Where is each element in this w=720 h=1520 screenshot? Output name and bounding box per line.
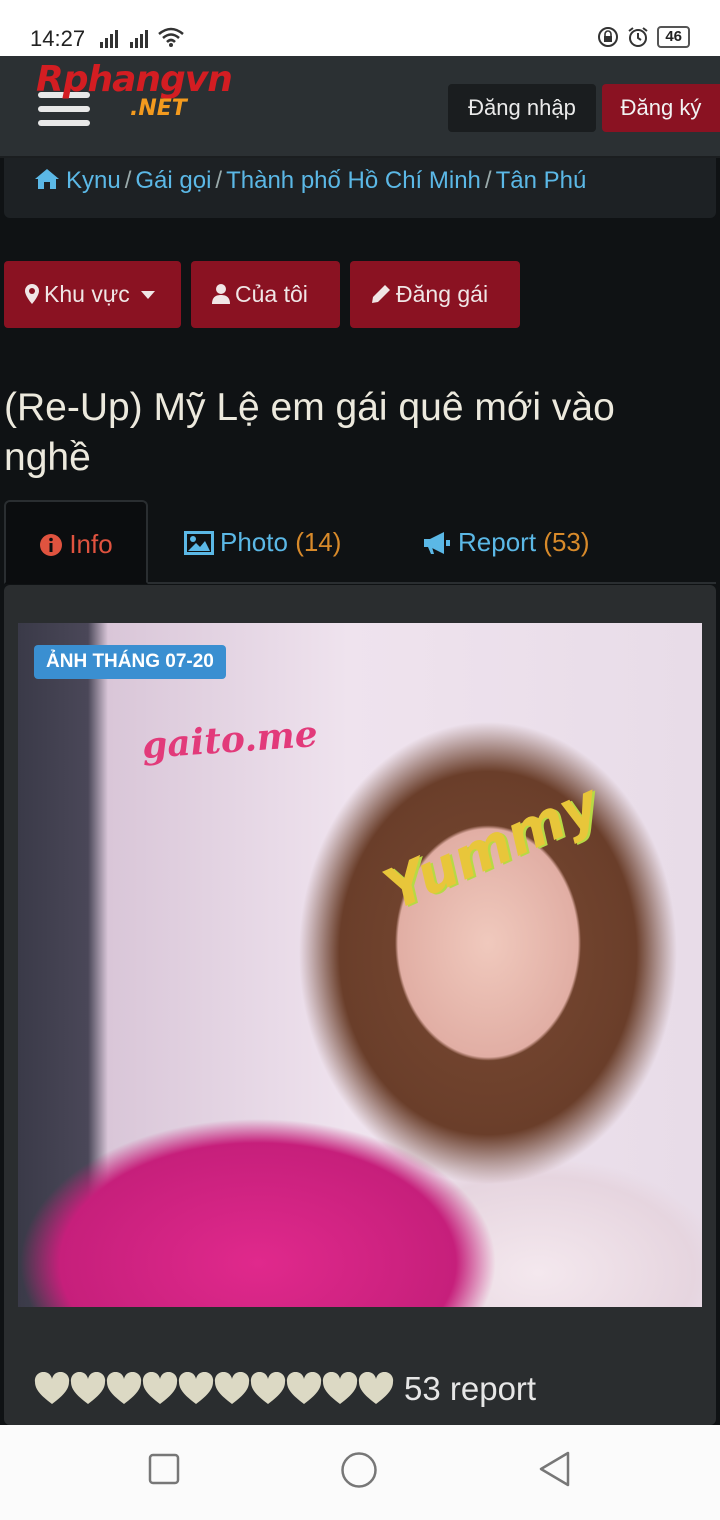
post-girl-button[interactable]: Đăng gái (350, 261, 520, 328)
battery-icon: 46 (657, 26, 690, 48)
pencil-icon (372, 285, 390, 303)
mine-label: Của tôi (235, 281, 308, 307)
info-circle-icon (40, 534, 63, 556)
my-posts-button[interactable]: Của tôi (191, 261, 340, 328)
breadcrumb: Kynu / Gái gọi / Thành phố Hồ Chí Minh / Tân P… (4, 158, 716, 218)
nav-back-icon[interactable] (538, 1451, 572, 1487)
system-nav-bar (0, 1425, 720, 1520)
tab-report-count: (53) (543, 527, 590, 557)
lock-rotation-icon (598, 27, 619, 47)
heart-icon (214, 1372, 250, 1404)
alarm-icon (628, 27, 648, 47)
heart-icon (250, 1372, 286, 1404)
breadcrumb-item-gai-goi[interactable]: Gái gọi (135, 167, 211, 194)
tab-photo-label: Photo (220, 527, 288, 557)
heart-icon (34, 1372, 70, 1404)
tab-report-label: Report (458, 527, 537, 557)
area-dropdown-button[interactable]: Khu vực (4, 261, 181, 328)
logo-sub: .NET (130, 96, 187, 121)
rating-text: 53 report (404, 1370, 537, 1407)
user-icon (212, 284, 230, 304)
signal-icon (100, 30, 118, 53)
page-title: (Re-Up) Mỹ Lệ em gái quê mới vào nghề (4, 386, 615, 479)
image-icon (184, 531, 214, 555)
area-label: Khu vực (44, 281, 130, 307)
breadcrumb-item-city[interactable]: Thành phố Hồ Chí Minh (226, 167, 481, 194)
breadcrumb-item-district[interactable]: Tân Phú (496, 167, 587, 194)
photo-image (18, 623, 702, 1307)
tab-photo-count: (14) (295, 527, 342, 557)
heart-icon (106, 1372, 142, 1404)
site-logo[interactable]: Rphangvn .NET (36, 60, 256, 122)
nav-circle-icon[interactable] (340, 1451, 378, 1489)
breadcrumb-separator: / (215, 167, 223, 194)
caret-down-icon (141, 291, 156, 299)
heart-icon (322, 1372, 358, 1404)
tab-info-label: Info (69, 529, 113, 559)
breadcrumb-separator: / (484, 167, 492, 194)
heart-icon (70, 1372, 106, 1404)
nav-square-icon[interactable] (148, 1453, 180, 1485)
tab-info[interactable]: Info (4, 500, 148, 584)
tab-bar: Info Photo (14) Report (53) (4, 500, 716, 584)
tab-photo[interactable]: Photo (14) (184, 500, 341, 584)
home-icon[interactable] (34, 168, 60, 190)
heart-icon (142, 1372, 178, 1404)
breadcrumb-separator: / (124, 167, 132, 194)
rating-row: 53 report (34, 1365, 536, 1413)
site-header: Rphangvn .NET Đăng nhập Đăng ký (0, 56, 720, 158)
heart-rating (34, 1372, 394, 1406)
heart-icon (286, 1372, 322, 1404)
wifi-icon (158, 27, 184, 47)
profile-photo[interactable]: ẢNH THÁNG 07-20 gaito.me Yummy (18, 623, 702, 1307)
signal-icon (130, 30, 148, 53)
map-marker-icon (25, 284, 39, 304)
heart-icon (178, 1372, 214, 1404)
heart-icon (358, 1372, 394, 1404)
photo-month-badge: ẢNH THÁNG 07-20 (34, 645, 226, 679)
status-bar: 14:27 46 (0, 0, 720, 56)
status-time: 14:27 (30, 26, 86, 51)
post-label: Đăng gái (396, 281, 489, 307)
logo-main: Rphangvn (36, 59, 233, 100)
tab-report[interactable]: Report (53) (422, 500, 590, 584)
breadcrumb-item-kynu[interactable]: Kynu (66, 167, 121, 194)
login-button[interactable]: Đăng nhập (448, 84, 596, 132)
register-button[interactable]: Đăng ký (602, 84, 720, 132)
bullhorn-icon (424, 532, 450, 554)
profile-card: ẢNH THÁNG 07-20 gaito.me Yummy 53 report (4, 585, 716, 1425)
